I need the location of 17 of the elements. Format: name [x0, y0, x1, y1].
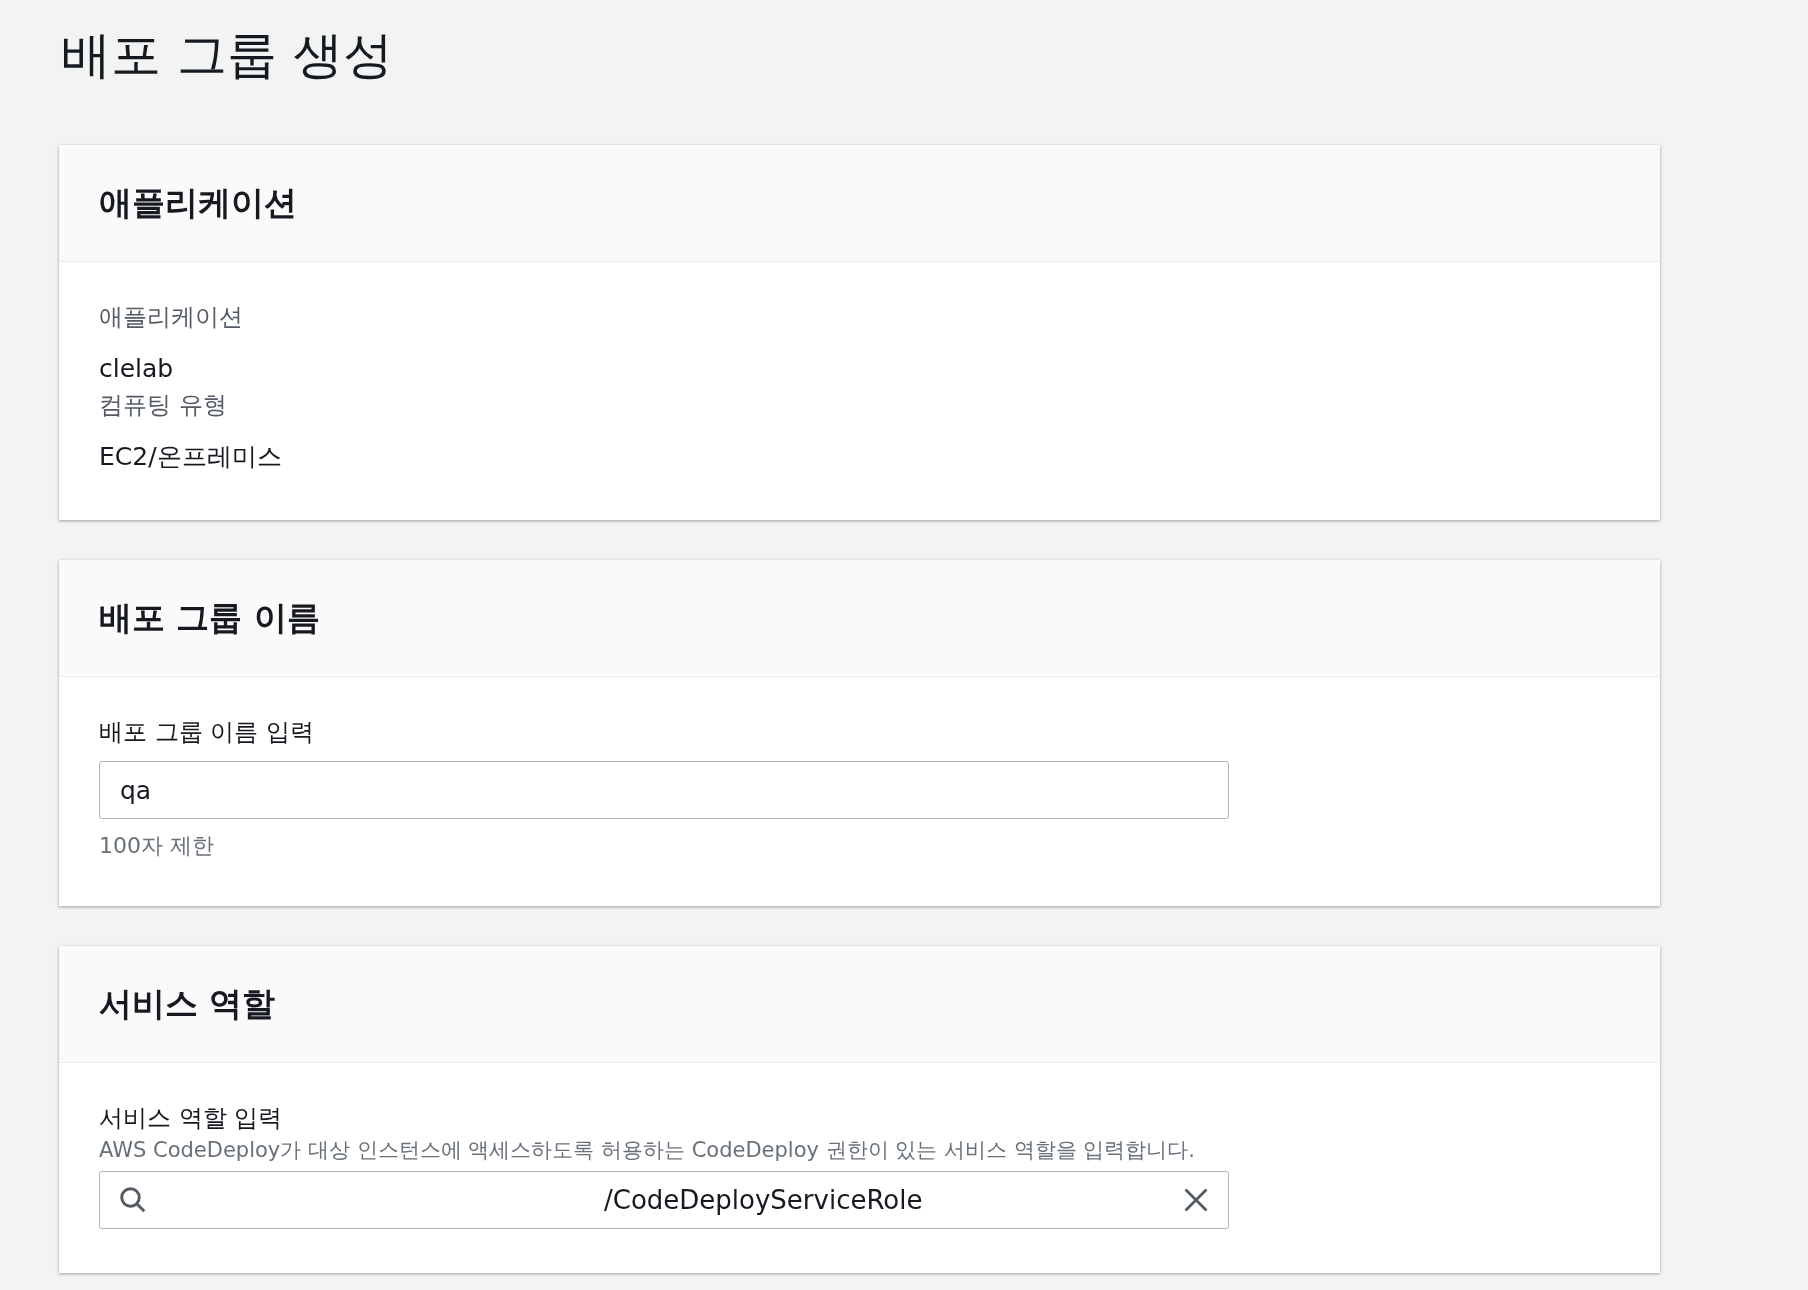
field-value: clelab [99, 353, 175, 385]
field-label: 애플리케이션 [99, 302, 244, 333]
page-title: 배포 그룹 생성 [61, 25, 394, 86]
field-description: AWS CodeDeploy가 대상 인스턴스에 액세스하도록 허용하는 CodeDeploy 권한이 있는 서비스 역할을 입력합니다. [99, 1137, 1196, 1164]
card-heading: 배포 그룹 이름 [99, 597, 320, 640]
search-icon [118, 1185, 148, 1215]
card-heading: 서비스 역할 [99, 983, 276, 1026]
field-value: /CodeDeployServiceRole [603, 1183, 924, 1217]
search-field[interactable]: /CodeDeployServiceRole [99, 1171, 1229, 1229]
field-label: 컴퓨팅 유형 [99, 390, 228, 421]
clear-icon[interactable] [1182, 1186, 1210, 1214]
input-field[interactable]: qa [99, 761, 1229, 819]
card-heading: 애플리케이션 [99, 182, 297, 225]
field-value: EC2/온프레미스 [99, 441, 283, 473]
field-label: 배포 그룹 이름 입력 [99, 717, 315, 748]
field-label: 서비스 역할 입력 [99, 1103, 284, 1134]
hint-text: 100자 제한 [99, 832, 215, 860]
